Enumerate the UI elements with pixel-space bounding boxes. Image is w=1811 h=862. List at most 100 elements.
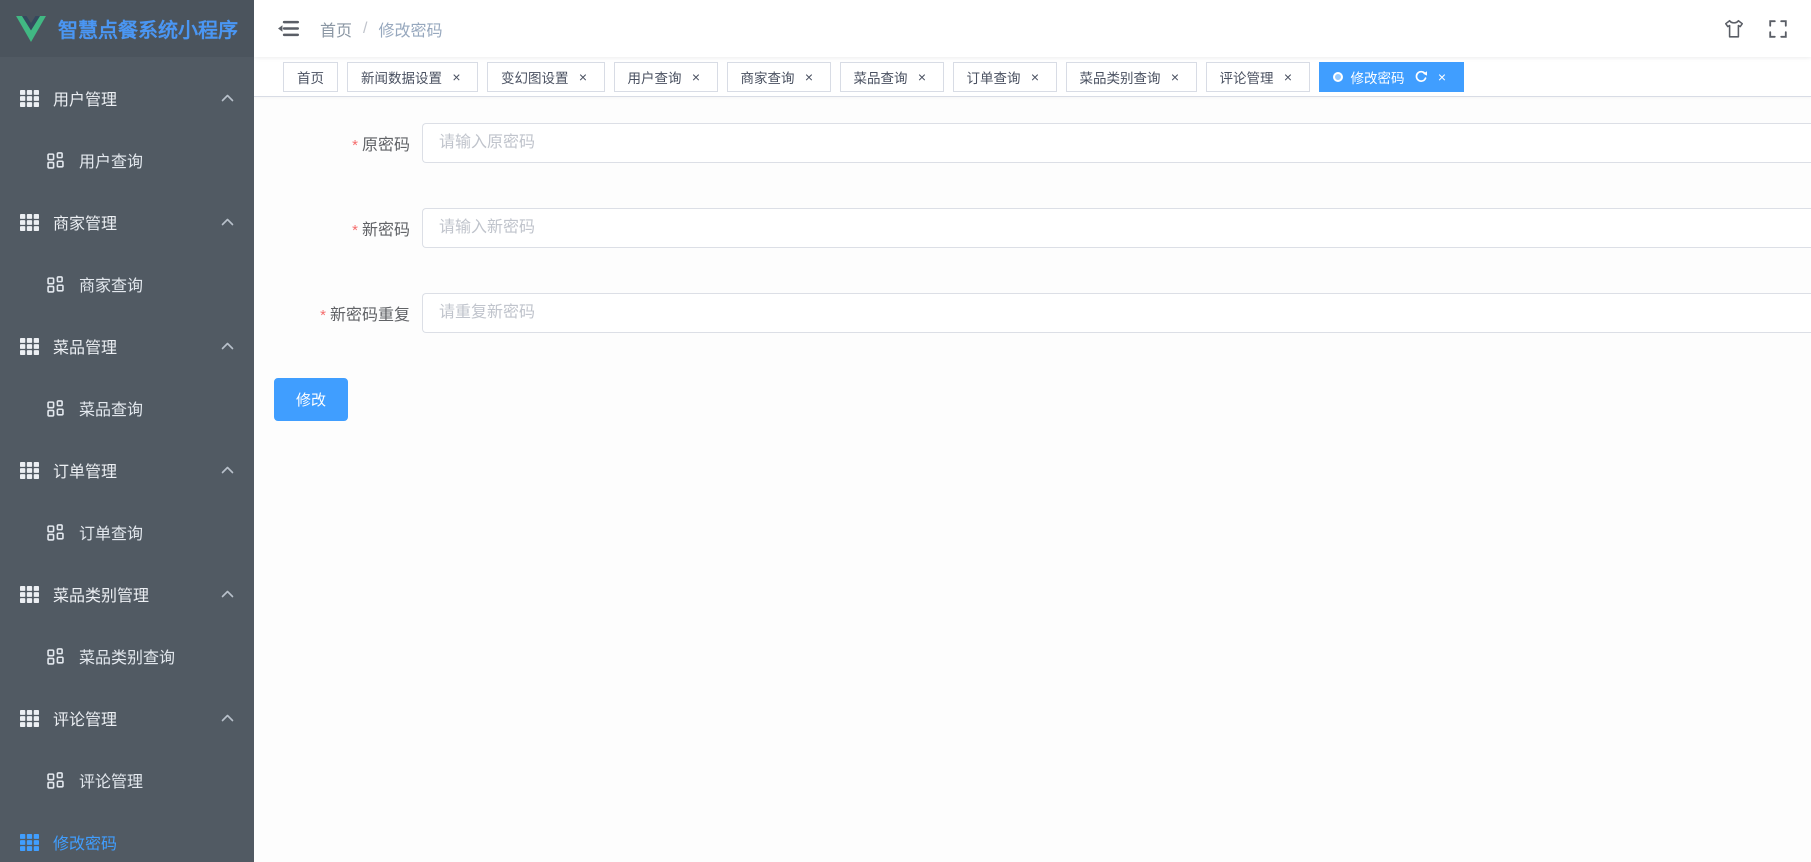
grid-icon [20, 338, 39, 355]
grid-icon [20, 834, 39, 851]
close-icon[interactable]: × [689, 69, 704, 84]
sidebar-item-merchant-query[interactable]: 商家查询 [0, 253, 254, 315]
sidebar-group-label: 订单管理 [53, 464, 118, 481]
change-password-form: *原密码 *新密码 *新密码重复 修改 [254, 97, 1811, 862]
tab-label: 商家查询 [740, 70, 795, 86]
tab-comment-management[interactable]: 评论管理 × [1205, 61, 1310, 92]
chevron-up-icon [221, 218, 234, 226]
close-icon[interactable]: × [802, 69, 817, 84]
close-icon[interactable]: × [449, 69, 464, 84]
sidebar-item-change-password[interactable]: 修改密码 [0, 811, 254, 862]
grid-icon [20, 586, 39, 603]
close-icon[interactable]: × [1168, 69, 1183, 84]
sidebar-group-merchant-management[interactable]: 商家管理 [0, 191, 254, 253]
sidebar-group-order-management[interactable]: 订单管理 [0, 439, 254, 501]
sidebar-item-dish-category-query[interactable]: 菜品类别查询 [0, 625, 254, 687]
required-mark: * [320, 307, 326, 324]
tab-label: 菜品查询 [853, 70, 908, 86]
grid-icon [20, 462, 39, 479]
chevron-up-icon [221, 342, 234, 350]
old-password-label: * 原密码 [352, 137, 410, 154]
tab-merchant-query[interactable]: 商家查询 × [726, 61, 831, 92]
component-icon [46, 648, 65, 665]
sidebar-item-label: 修改密码 [53, 836, 118, 853]
sidebar-item-comment-management[interactable]: 评论管理 [0, 749, 254, 811]
app-title: 智慧点餐系统小程序 [58, 20, 238, 42]
chevron-up-icon [221, 714, 234, 722]
tab-label: 新闻数据设置 [361, 70, 442, 86]
chevron-up-icon [221, 94, 234, 102]
sidebar-group-dish-management[interactable]: 菜品管理 [0, 315, 254, 377]
close-icon[interactable]: × [1435, 69, 1450, 84]
sidebar-group-comment-management[interactable]: 评论管理 [0, 687, 254, 749]
component-icon [46, 152, 65, 169]
fullscreen-icon[interactable] [1767, 18, 1789, 40]
hamburger-icon[interactable] [278, 18, 301, 39]
close-icon[interactable]: × [1028, 69, 1043, 84]
sidebar-group-label: 用户管理 [53, 92, 118, 109]
vue-logo-icon [16, 15, 46, 42]
form-row-repeat-password: * 新密码重复 [274, 293, 1811, 333]
close-icon[interactable]: × [576, 69, 591, 84]
grid-icon [20, 710, 39, 727]
sidebar-item-dish-query[interactable]: 菜品查询 [0, 377, 254, 439]
chevron-up-icon [221, 590, 234, 598]
sidebar-item-order-query[interactable]: 订单查询 [0, 501, 254, 563]
tab-label: 用户查询 [627, 70, 682, 86]
sidebar-item-label: 菜品类别查询 [79, 650, 176, 667]
tab-home[interactable]: 首页 [283, 61, 338, 92]
submit-button[interactable]: 修改 [274, 378, 349, 421]
sidebar-item-label: 商家查询 [79, 278, 144, 295]
active-dot-icon [1332, 71, 1343, 82]
tab-order-query[interactable]: 订单查询 × [952, 61, 1057, 92]
sidebar-item-user-query[interactable]: 用户查询 [0, 129, 254, 191]
chevron-up-icon [221, 466, 234, 474]
new-password-label: * 新密码 [352, 222, 410, 239]
sidebar-group-label: 菜品管理 [53, 340, 118, 357]
component-icon [46, 524, 65, 541]
tab-change-password[interactable]: 修改密码 × [1318, 61, 1464, 92]
sidebar-group-label: 商家管理 [53, 216, 118, 233]
breadcrumb-current: 修改密码 [378, 22, 443, 40]
sidebar-item-label: 评论管理 [79, 774, 144, 791]
component-icon [46, 276, 65, 293]
tab-dish-query[interactable]: 菜品查询 × [839, 61, 944, 92]
sidebar-item-label: 菜品查询 [79, 402, 144, 419]
navbar-actions [1701, 18, 1789, 40]
component-icon [46, 772, 65, 789]
tab-label: 首页 [297, 70, 324, 86]
grid-icon [20, 214, 39, 231]
tshirt-icon[interactable] [1723, 18, 1745, 40]
tab-news-data-settings[interactable]: 新闻数据设置 × [347, 61, 478, 92]
new-password-input[interactable] [422, 208, 1811, 248]
app-logo[interactable]: 智慧点餐系统小程序 [0, 0, 254, 57]
required-mark: * [352, 222, 358, 239]
breadcrumb: 首页 / 修改密码 [320, 17, 442, 41]
old-password-input[interactable] [422, 123, 1811, 163]
top-navbar: 首页 / 修改密码 [254, 0, 1811, 57]
breadcrumb-home[interactable]: 首页 [320, 17, 352, 41]
component-icon [46, 400, 65, 417]
repeat-password-input[interactable] [422, 293, 1811, 333]
tab-label: 修改密码 [1350, 70, 1405, 86]
sidebar-menu: 用户管理 用户查询 商家管理 商家查询 菜品管理 菜品查询 订单管理 订单查询 … [0, 57, 254, 862]
sidebar-group-dish-category-management[interactable]: 菜品类别管理 [0, 563, 254, 625]
tab-label: 菜品类别查询 [1079, 70, 1161, 86]
close-icon[interactable]: × [1281, 69, 1296, 84]
sidebar-item-label: 订单查询 [79, 526, 144, 543]
tags-view-bar: 首页 新闻数据设置 × 变幻图设置 × 用户查询 × 商家查询 × 菜品查询 ×… [254, 57, 1811, 97]
sidebar: 智慧点餐系统小程序 用户管理 用户查询 商家管理 商家查询 菜品管理 菜品查询 … [0, 0, 254, 862]
tab-carousel-settings[interactable]: 变幻图设置 × [487, 61, 605, 92]
sidebar-group-user-management[interactable]: 用户管理 [0, 67, 254, 129]
form-row-new-password: * 新密码 [274, 208, 1811, 248]
close-icon[interactable]: × [915, 69, 930, 84]
tab-label: 评论管理 [1219, 70, 1274, 86]
breadcrumb-separator: / [363, 19, 368, 37]
sidebar-item-label: 用户查询 [79, 154, 144, 171]
tab-label: 变幻图设置 [501, 70, 569, 86]
refresh-icon[interactable] [1414, 70, 1428, 84]
tab-user-query[interactable]: 用户查询 × [613, 61, 718, 92]
form-row-old-password: * 原密码 [274, 123, 1811, 163]
tab-dish-category-query[interactable]: 菜品类别查询 × [1065, 61, 1197, 92]
sidebar-group-label: 评论管理 [53, 712, 118, 729]
